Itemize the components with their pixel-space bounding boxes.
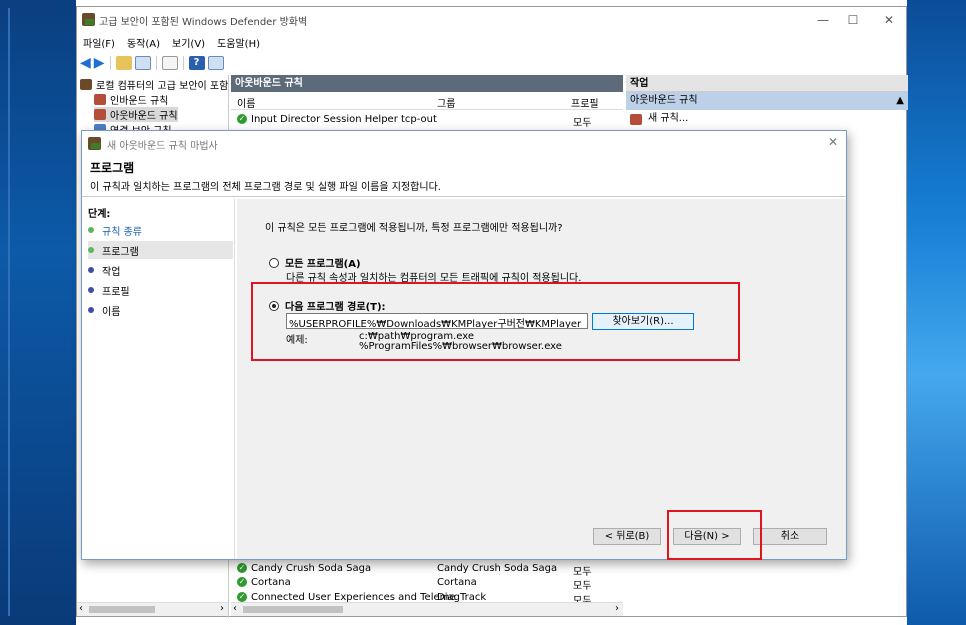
firewall-icon xyxy=(80,79,92,90)
step-label: 프로그램 xyxy=(102,246,139,258)
step-status-icon xyxy=(88,267,94,273)
steps-label: 단계: xyxy=(88,209,111,220)
firewall-icon xyxy=(82,13,95,26)
step-label[interactable]: 규칙 종류 xyxy=(102,223,142,238)
folder-icon[interactable] xyxy=(115,56,132,70)
tree-item-inbound[interactable]: 인바운드 규칙 xyxy=(94,92,168,107)
program-question: 이 규칙은 모든 프로그램에 적용됩니까, 특정 프로그램에만 적용됩니까? xyxy=(265,223,563,234)
wizard-steps: 단계: 규칙 종류 프로그램 작업 프로필 이름 xyxy=(82,199,235,559)
step-label: 작업 xyxy=(102,266,121,278)
desktop-background-left xyxy=(0,0,76,625)
step-label: 이름 xyxy=(102,306,121,318)
toolbar-separator xyxy=(182,56,184,70)
table-row[interactable]: ✓ Input Director Session Helper tcp-out … xyxy=(235,113,620,129)
step-rule-type: 규칙 종류 xyxy=(88,221,233,239)
actions-section-label: 아웃바운드 규칙 xyxy=(630,95,698,106)
grid-icon[interactable] xyxy=(134,56,151,70)
forward-arrow-icon[interactable]: ▶ xyxy=(94,56,105,70)
action-new-rule[interactable]: 새 규칙... xyxy=(626,110,908,128)
step-status-icon xyxy=(88,227,94,233)
close-icon[interactable]: ✕ xyxy=(828,135,838,149)
menu-bar: 파일(F) 동작(A) 보기(V) 도움말(H) xyxy=(77,33,908,51)
rule-name: Input Director Session Helper tcp-out xyxy=(251,114,437,125)
highlight-program-path xyxy=(251,282,740,361)
collapse-icon[interactable]: ▲ xyxy=(896,92,904,110)
back-button[interactable]: < 뒤로(B) xyxy=(593,528,661,545)
wizard-description: 이 규칙과 일치하는 프로그램의 전체 프로그램 경로 및 실행 파일 이름을 … xyxy=(90,182,441,193)
step-profile: 프로필 xyxy=(88,281,233,299)
radio-all-programs[interactable]: 모든 프로그램(A) xyxy=(269,255,361,270)
rule-group: Cortana xyxy=(437,577,477,588)
action-label: 새 규칙... xyxy=(648,113,689,124)
step-status-icon xyxy=(88,247,94,253)
menu-help[interactable]: 도움말(H) xyxy=(211,33,266,51)
column-name[interactable]: 이름 xyxy=(237,95,255,110)
tree-item-label: 인바운드 규칙 xyxy=(110,96,169,107)
tree-item-label: 아웃바운드 규칙 xyxy=(110,111,178,122)
rule-profile: 모두 xyxy=(573,118,592,129)
tree-root-label: 로컬 컴퓨터의 고급 보안이 포함 xyxy=(96,81,229,92)
actions-section-outbound[interactable]: 아웃바운드 규칙 ▲ xyxy=(626,92,908,110)
check-icon: ✓ xyxy=(237,563,247,573)
toolbar-separator xyxy=(109,56,111,70)
step-name: 이름 xyxy=(88,301,233,319)
help-icon[interactable]: ? xyxy=(188,56,205,70)
step-status-icon xyxy=(88,307,94,313)
title-bar: 고급 보안이 포함된 Windows Defender 방화벽 — ☐ ✕ xyxy=(77,7,908,33)
firewall-icon xyxy=(94,94,106,105)
cancel-button[interactable]: 취소 xyxy=(753,528,827,545)
wizard-title-bar: 새 아웃바운드 규칙 마법사 ✕ xyxy=(82,131,846,155)
back-arrow-icon[interactable]: ◀ xyxy=(80,56,91,70)
new-rule-icon xyxy=(630,113,642,125)
firewall-icon xyxy=(88,137,101,150)
toolbar-separator xyxy=(155,56,157,70)
wizard-heading: 프로그램 xyxy=(90,161,135,175)
menu-view[interactable]: 보기(V) xyxy=(166,33,211,51)
step-status-icon xyxy=(88,287,94,293)
close-button[interactable]: ✕ xyxy=(879,12,899,28)
step-action: 작업 xyxy=(88,261,233,279)
menu-action[interactable]: 동작(A) xyxy=(121,33,166,51)
rules-pane-header: 아웃바운드 규칙 xyxy=(231,75,623,92)
radio-all-label: 모든 프로그램(A) xyxy=(285,259,361,270)
table-row[interactable]: ✓ Candy Crush Soda Saga Candy Crush Soda… xyxy=(235,562,620,578)
minimize-button[interactable]: — xyxy=(813,12,833,28)
check-icon: ✓ xyxy=(237,114,247,124)
tree-root[interactable]: 로컬 컴퓨터의 고급 보안이 포함 xyxy=(80,77,228,92)
tree-item-outbound[interactable]: 아웃바운드 규칙 xyxy=(94,107,178,122)
wizard-content: 이 규칙은 모든 프로그램에 적용됩니까, 특정 프로그램에만 적용됩니까? 모… xyxy=(237,199,846,559)
step-label: 프로필 xyxy=(102,286,130,298)
check-icon: ✓ xyxy=(237,592,247,602)
step-program: 프로그램 xyxy=(88,241,233,259)
rule-name: Cortana xyxy=(251,577,291,588)
firewall-icon xyxy=(94,109,106,120)
wizard-header: 프로그램 이 규칙과 일치하는 프로그램의 전체 프로그램 경로 및 실행 파일… xyxy=(82,155,846,197)
actions-header: 작업 xyxy=(626,75,908,92)
rule-group: Candy Crush Soda Saga xyxy=(437,563,558,574)
export-icon[interactable] xyxy=(161,56,178,70)
column-group[interactable]: 그룹 xyxy=(437,95,455,110)
menu-file[interactable]: 파일(F) xyxy=(77,33,121,51)
toolbar: ◀ ▶ ? xyxy=(77,53,908,73)
desktop-background-right xyxy=(907,0,966,625)
table-row[interactable]: ✓ Cortana Cortana 모두 xyxy=(235,576,620,592)
maximize-button[interactable]: ☐ xyxy=(843,12,863,28)
column-header: 이름 그룹 프로필 xyxy=(231,92,623,110)
panel-icon[interactable] xyxy=(207,56,224,70)
column-profile[interactable]: 프로필 xyxy=(571,95,599,110)
rule-profile: 모두 xyxy=(573,581,592,592)
rules-horizontal-scrollbar[interactable]: ‹ › xyxy=(231,602,623,616)
highlight-next-button xyxy=(667,510,762,560)
check-icon: ✓ xyxy=(237,577,247,587)
wizard-title: 새 아웃바운드 규칙 마법사 xyxy=(107,141,218,152)
window-title: 고급 보안이 포함된 Windows Defender 방화벽 xyxy=(99,16,308,28)
rule-name: Candy Crush Soda Saga xyxy=(251,563,372,574)
radio-button[interactable] xyxy=(269,257,279,268)
tree-horizontal-scrollbar[interactable]: ‹ › xyxy=(77,602,228,616)
